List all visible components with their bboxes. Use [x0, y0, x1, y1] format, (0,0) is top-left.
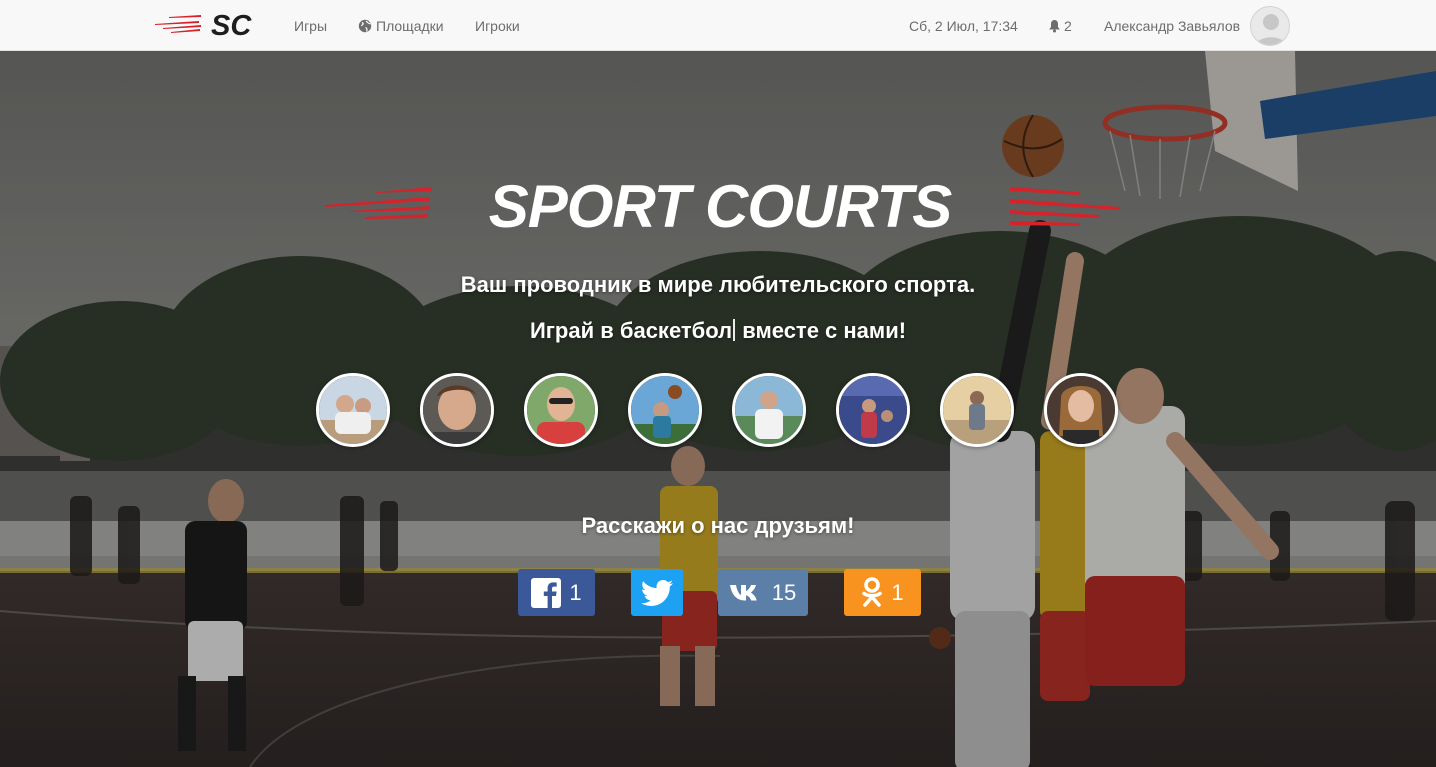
logo-text: SC: [211, 10, 252, 41]
hero-tagline: Ваш проводник в мире любительского спорт…: [460, 272, 976, 297]
speed-lines-left: [325, 187, 432, 219]
subtagline-suffix: вместе с нами!: [736, 318, 907, 343]
odnoklassniki-share-button[interactable]: 1: [844, 569, 921, 616]
typing-cursor: [733, 319, 736, 341]
vk-share-button[interactable]: 15: [718, 569, 808, 616]
player-avatar[interactable]: [524, 373, 598, 447]
facebook-share-count: 1: [569, 579, 582, 605]
odnoklassniki-icon: [862, 576, 883, 607]
twitter-icon: [641, 579, 673, 606]
sport-courts-title: SPORT COURTS: [325, 177, 1120, 237]
twitter-share-button[interactable]: [631, 569, 683, 616]
default-avatar-icon: [1255, 14, 1287, 45]
nav-link-players[interactable]: Игроки: [475, 16, 520, 36]
player-avatar[interactable]: [628, 373, 702, 447]
current-datetime: Сб, 2 Июл, 17:34: [909, 18, 1018, 34]
vk-icon: [729, 584, 757, 600]
player-avatar[interactable]: [1044, 373, 1118, 447]
subtagline-prefix: Играй в: [529, 318, 620, 343]
share-title: Расскажи о нас друзьям!: [581, 513, 855, 538]
player-avatar[interactable]: [316, 373, 390, 447]
facebook-share-button[interactable]: 1: [518, 569, 595, 616]
hero-subtagline: Играй в баскетбол вместе с нами!: [0, 317, 1436, 345]
sc-logo[interactable]: SC: [155, 9, 265, 41]
nav-link-games[interactable]: Игры: [294, 16, 327, 36]
navbar: SC Игры Площадки Игроки Сб, 2 Июл, 17:34…: [0, 0, 1436, 51]
player-avatar[interactable]: [836, 373, 910, 447]
player-avatar[interactable]: [940, 373, 1014, 447]
hero-section: SPORT COURTS Ваш проводник в мире любите…: [0, 51, 1436, 767]
bell-icon: [1049, 20, 1060, 33]
notifications-count: 2: [1064, 18, 1072, 34]
player-avatar[interactable]: [420, 373, 494, 447]
typed-sport-word: баскетбол: [619, 318, 733, 343]
speed-lines-right: [1010, 187, 1120, 226]
facebook-icon: [531, 577, 562, 608]
nav-link-courts-label: Площадки: [376, 18, 444, 34]
user-avatar[interactable]: [1250, 6, 1290, 46]
player-avatar[interactable]: [732, 373, 806, 447]
globe-icon: [358, 19, 372, 33]
user-name[interactable]: Александр Завьялов: [1104, 16, 1240, 36]
nav-link-courts[interactable]: Площадки: [358, 16, 444, 36]
player-avatars: [0, 373, 1436, 453]
brand-title-text: SPORT COURTS: [489, 177, 953, 237]
odnoklassniki-share-count: 1: [891, 579, 904, 605]
notifications[interactable]: 2: [1048, 16, 1072, 36]
vk-share-count: 15: [771, 579, 797, 605]
